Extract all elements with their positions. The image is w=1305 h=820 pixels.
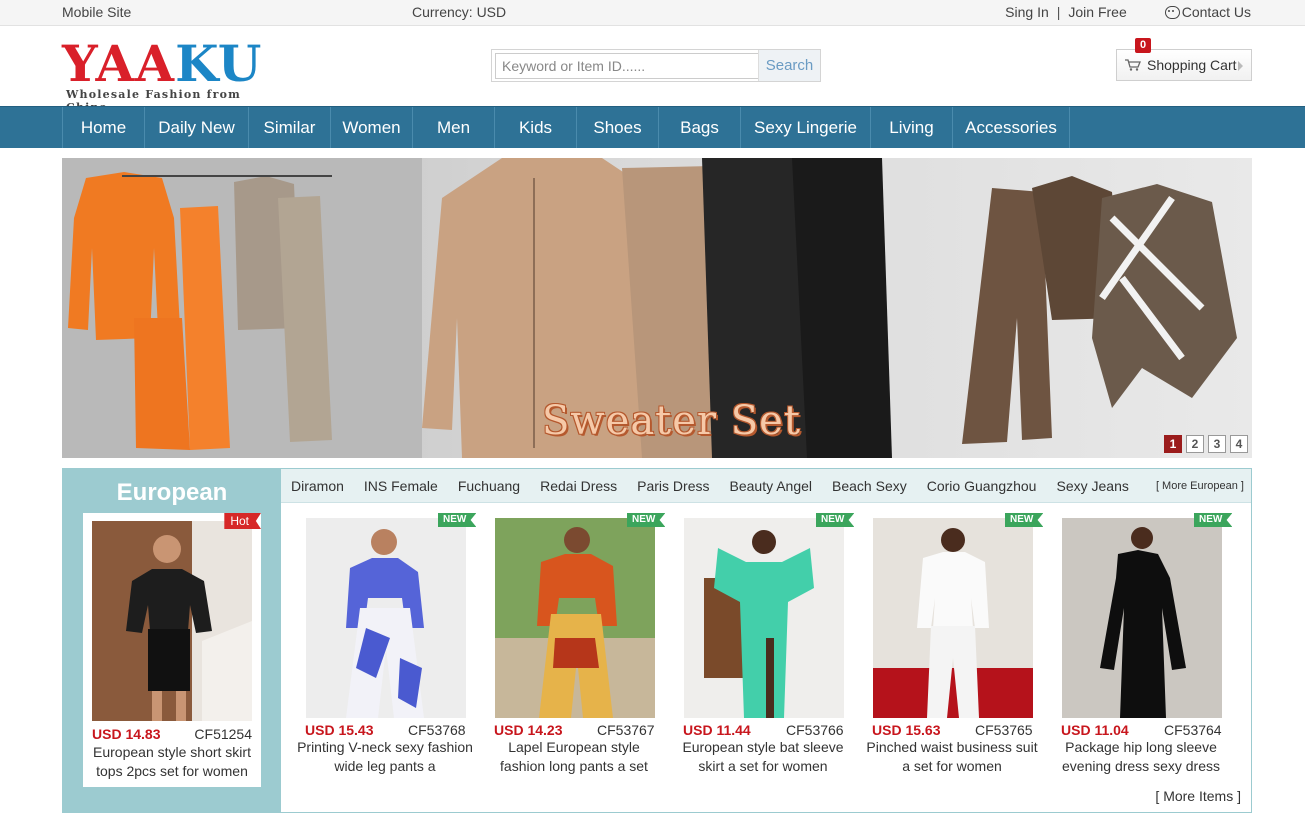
new-badge: NEW (627, 513, 666, 527)
hero-banner[interactable]: Sweater Set 1 2 3 4 (62, 158, 1252, 458)
banner-page-4[interactable]: 4 (1230, 435, 1248, 453)
chat-icon (1164, 5, 1180, 19)
tab-ins-female[interactable]: INS Female (364, 478, 438, 494)
more-items-link[interactable]: [ More Items ] (1155, 788, 1241, 804)
product-image[interactable] (873, 518, 1033, 718)
product-image[interactable] (495, 518, 655, 718)
site-logo[interactable]: YAAKU Wholesale Fashion from China (62, 34, 272, 115)
tab-fuchuang[interactable]: Fuchuang (458, 478, 520, 494)
product-card[interactable]: NEW USD 15.63 CF53765 Pinched waist busi… (866, 513, 1044, 777)
product-image[interactable] (1062, 518, 1222, 718)
nav-shoes[interactable]: Shoes (576, 107, 658, 148)
featured-product-card[interactable]: Hot USD 14.83 CF51254 European style sho… (83, 513, 261, 787)
nav-living[interactable]: Living (870, 107, 952, 148)
product-price: USD 11.04 (1061, 722, 1129, 738)
product-grid: NEW USD 15.43 CF53768 Printing V-neck se… (297, 513, 1245, 777)
search-bar: Search (491, 49, 821, 82)
main-nav: Home Daily New Similar Women Men Kids Sh… (0, 106, 1305, 148)
product-name[interactable]: Package hip long sleeve evening dress se… (1053, 738, 1229, 776)
nav-daily-new[interactable]: Daily New (144, 107, 248, 148)
product-name[interactable]: Lapel European style fashion long pants … (486, 738, 662, 776)
sign-in-link[interactable]: Sing In (1005, 4, 1049, 20)
product-code: CF53765 (975, 722, 1033, 738)
cart-label: Shopping Cart (1147, 57, 1237, 73)
product-name[interactable]: Printing V-neck sexy fashion wide leg pa… (297, 738, 473, 776)
nav-home[interactable]: Home (62, 107, 144, 148)
nav-bags[interactable]: Bags (658, 107, 740, 148)
join-free-link[interactable]: Join Free (1068, 4, 1126, 20)
product-price: USD 15.43 (305, 722, 374, 738)
nav-similar[interactable]: Similar (248, 107, 330, 148)
search-button[interactable]: Search (758, 50, 820, 81)
tab-redai-dress[interactable]: Redai Dress (540, 478, 617, 494)
nav-sexy-lingerie[interactable]: Sexy Lingerie (740, 107, 870, 148)
section-title[interactable]: European (63, 479, 281, 507)
product-name[interactable]: Pinched waist business suit a set for wo… (864, 738, 1040, 776)
top-bar: Mobile Site Currency: USD Sing In | Join… (0, 0, 1305, 26)
cart-count-badge: 0 (1135, 38, 1152, 53)
banner-page-2[interactable]: 2 (1186, 435, 1204, 453)
hot-badge: Hot (224, 513, 261, 529)
featured-item-code: CF51254 (194, 726, 252, 742)
banner-pagination: 1 2 3 4 (1164, 435, 1248, 453)
product-card[interactable]: NEW USD 11.04 CF53764 Package hip long s… (1061, 513, 1233, 777)
brand-tabs: Diramon INS Female Fuchuang Redai Dress … (281, 469, 1251, 503)
new-badge: NEW (816, 513, 855, 527)
contact-us-link[interactable]: Contact Us (1164, 4, 1251, 20)
tab-diramon[interactable]: Diramon (291, 478, 344, 494)
account-links: Sing In | Join Free Contact Us (1005, 4, 1251, 20)
cart-icon (1125, 59, 1141, 71)
product-card[interactable]: NEW USD 15.43 CF53768 Printing V-neck se… (297, 513, 477, 777)
more-european-link[interactable]: [ More European ] (1156, 480, 1244, 492)
new-badge: NEW (1194, 513, 1233, 527)
product-code: CF53766 (786, 722, 844, 738)
new-badge: NEW (438, 513, 477, 527)
search-input[interactable] (495, 53, 759, 79)
tab-corio-guangzhou[interactable]: Corio Guangzhou (927, 478, 1037, 494)
cart-arrow-icon (1238, 61, 1243, 71)
nav-women[interactable]: Women (330, 107, 412, 148)
product-image[interactable] (306, 518, 466, 718)
nav-men[interactable]: Men (412, 107, 494, 148)
product-code: CF53764 (1164, 722, 1222, 738)
banner-page-1[interactable]: 1 (1164, 435, 1182, 453)
product-code: CF53767 (597, 722, 655, 738)
tab-beauty-angel[interactable]: Beauty Angel (730, 478, 813, 494)
european-section: European Hot USD 14.83 CF51254 European … (62, 468, 1252, 813)
currency-selector[interactable]: Currency: USD (412, 4, 506, 20)
tab-paris-dress[interactable]: Paris Dress (637, 478, 709, 494)
tab-sexy-jeans[interactable]: Sexy Jeans (1056, 478, 1128, 494)
separator: | (1056, 4, 1061, 20)
new-badge: NEW (1005, 513, 1044, 527)
product-image[interactable] (684, 518, 844, 718)
product-card[interactable]: NEW USD 11.44 CF53766 European style bat… (682, 513, 855, 777)
product-code: CF53768 (408, 722, 466, 738)
product-name[interactable]: European style bat sleeve skirt a set fo… (675, 738, 851, 776)
featured-product-image[interactable] (92, 521, 252, 721)
featured-product-name[interactable]: European style short skirt tops 2pcs set… (87, 743, 257, 781)
banner-page-3[interactable]: 3 (1208, 435, 1226, 453)
product-card[interactable]: NEW USD 14.23 CF53767 Lapel European sty… (494, 513, 666, 777)
nav-kids[interactable]: Kids (494, 107, 576, 148)
contact-us-label: Contact Us (1181, 4, 1251, 20)
product-price: USD 14.23 (494, 722, 563, 738)
nav-accessories[interactable]: Accessories (952, 107, 1070, 148)
featured-price: USD 14.83 (92, 726, 161, 742)
shopping-cart-button[interactable]: 0 Shopping Cart (1116, 38, 1252, 81)
section-sidebar: European Hot USD 14.83 CF51254 European … (63, 469, 281, 812)
logo-wordmark: YAAKU (62, 34, 263, 93)
mobile-site-link[interactable]: Mobile Site (62, 4, 131, 20)
top-bar-inner: Mobile Site Currency: USD Sing In | Join… (62, 0, 1251, 25)
banner-caption: Sweater Set (542, 398, 801, 444)
product-price: USD 11.44 (683, 722, 751, 738)
tab-beach-sexy[interactable]: Beach Sexy (832, 478, 907, 494)
product-price: USD 15.63 (872, 722, 941, 738)
